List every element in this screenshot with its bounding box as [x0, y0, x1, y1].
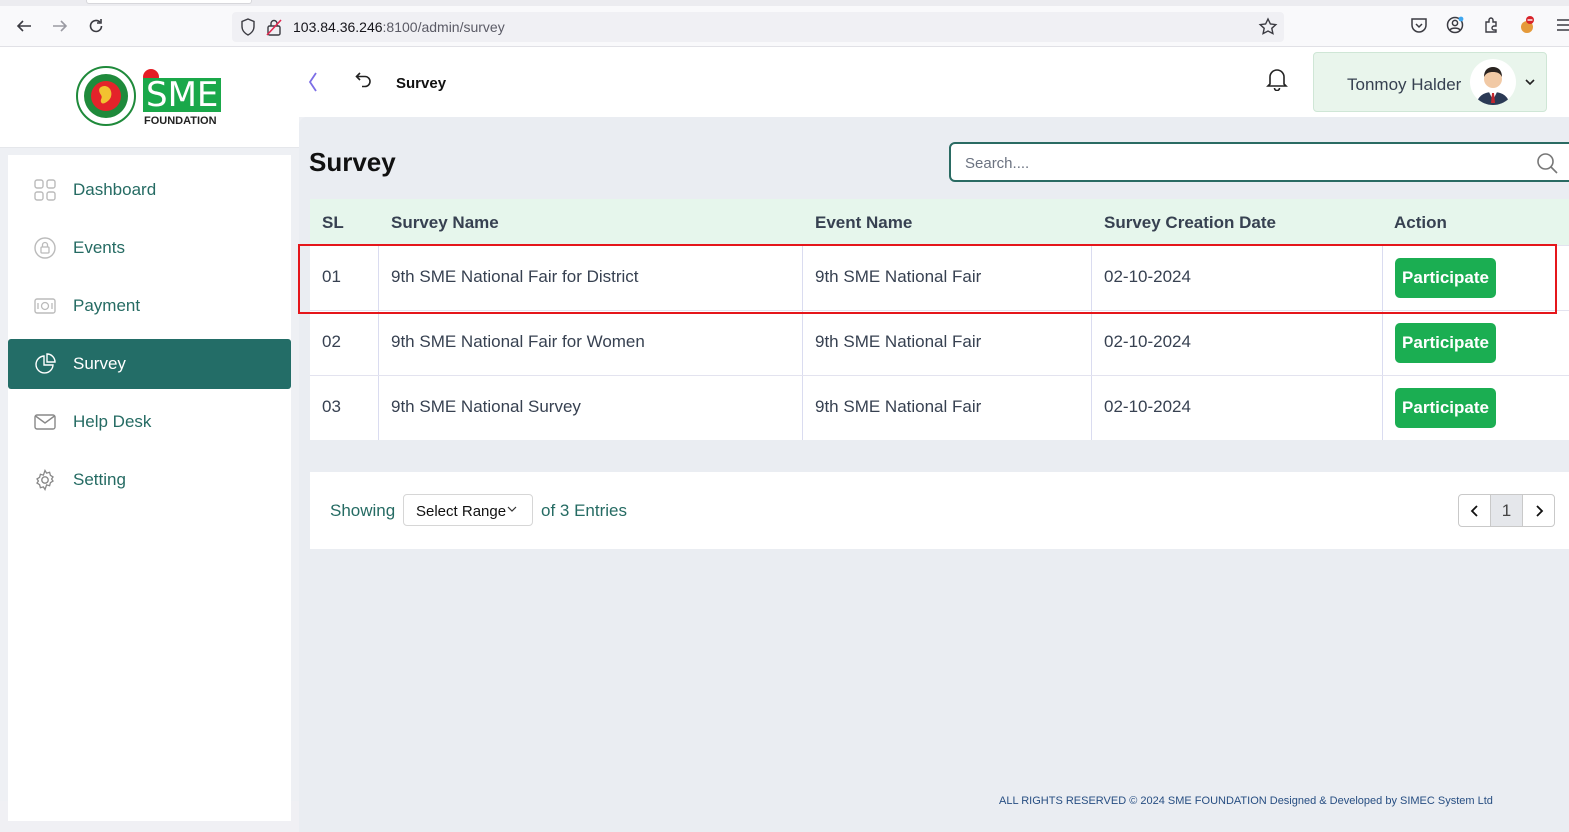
pagination-bar: Showing Select Range of 3 Entries 1 — [310, 472, 1569, 549]
cell-sl: 01 — [322, 267, 341, 286]
prev-page-button[interactable] — [1458, 494, 1491, 527]
cell-event-name: 9th SME National Fair — [815, 397, 982, 416]
pocket-icon[interactable] — [1410, 16, 1428, 34]
cell-event-name: 9th SME National Fair — [815, 332, 982, 351]
grid-icon — [34, 179, 56, 201]
search-icon[interactable] — [1536, 152, 1558, 174]
url-text: 103.84.36.246:8100/admin/survey — [293, 19, 505, 35]
forward-icon[interactable] — [48, 14, 72, 38]
main-content: Survey SL Survey Name Event Name Survey … — [299, 117, 1569, 832]
logo-subtext: FOUNDATION — [144, 115, 217, 127]
back-icon[interactable] — [12, 14, 36, 38]
browser-toolbar: 103.84.36.246:8100/admin/survey — [0, 0, 1569, 47]
footer-text: ALL RIGHTS RESERVED © 2024 SME FOUNDATIO… — [999, 795, 1493, 807]
reload-icon[interactable] — [84, 14, 108, 38]
sidebar-item-label: Payment — [73, 296, 141, 315]
chevron-left-icon — [1470, 504, 1478, 517]
chevron-right-icon — [1535, 504, 1543, 517]
bell-icon[interactable] — [1266, 67, 1288, 91]
breadcrumb: Survey — [396, 75, 447, 92]
sidebar-item-label: Dashboard — [73, 180, 157, 199]
column-header-creation-date: Survey Creation Date — [1104, 213, 1276, 232]
range-select-value: Select Range — [416, 503, 507, 520]
user-name: Tonmoy Halder — [1347, 75, 1462, 94]
next-page-button[interactable] — [1522, 494, 1555, 527]
entries-count: of 3 Entries — [541, 501, 627, 520]
table-row: 02 9th SME National Fair for Women 9th S… — [310, 310, 1569, 375]
bookmark-star-icon[interactable] — [1258, 17, 1278, 37]
sidebar-item-label: Setting — [73, 470, 126, 489]
page-number-button[interactable]: 1 — [1490, 494, 1523, 527]
sidebar-item-help-desk[interactable]: Help Desk — [8, 397, 291, 447]
range-select[interactable]: Select Range — [403, 494, 533, 526]
cell-creation-date: 02-10-2024 — [1104, 267, 1191, 286]
sidebar-item-survey[interactable]: Survey — [8, 339, 291, 389]
survey-table: SL Survey Name Event Name Survey Creatio… — [310, 199, 1569, 440]
collapse-sidebar-icon[interactable] — [306, 70, 320, 94]
cell-survey-name: 9th SME National Fair for Women — [391, 332, 645, 351]
logo-area: SME FOUNDATION — [0, 47, 299, 147]
url-path: :8100/admin/survey — [382, 19, 505, 35]
search-box — [949, 142, 1569, 182]
sidebar: Dashboard Events Payment Survey Help Des… — [8, 155, 291, 821]
pie-chart-icon — [35, 353, 56, 374]
table-row: 03 9th SME National Survey 9th SME Natio… — [310, 375, 1569, 440]
participate-button[interactable]: Participate — [1395, 323, 1496, 363]
emblem-icon — [76, 66, 136, 126]
extensions-icon[interactable] — [1482, 16, 1500, 34]
cash-icon — [34, 298, 56, 314]
gear-icon — [36, 469, 54, 491]
column-header-sl: SL — [322, 213, 344, 232]
page-title: Survey — [309, 147, 396, 177]
url-host: 103.84.36.246 — [293, 19, 383, 35]
account-icon[interactable] — [1446, 16, 1464, 34]
sidebar-item-dashboard[interactable]: Dashboard — [8, 165, 291, 215]
sidebar-item-payment[interactable]: Payment — [8, 281, 291, 331]
column-header-action: Action — [1394, 213, 1447, 232]
cell-event-name: 9th SME National Fair — [815, 267, 982, 286]
search-input[interactable] — [965, 153, 1525, 173]
sidebar-item-label: Help Desk — [73, 412, 152, 431]
sidebar-item-label: Events — [73, 238, 125, 257]
app: SME FOUNDATION Dashboard Events Payment … — [0, 47, 1569, 832]
chevron-down-icon — [507, 506, 517, 512]
logo[interactable]: SME FOUNDATION — [75, 65, 227, 129]
cell-sl: 03 — [322, 397, 341, 416]
menu-icon[interactable] — [1555, 16, 1569, 34]
sidebar-item-label: Survey — [73, 354, 126, 373]
address-bar[interactable]: 103.84.36.246:8100/admin/survey — [232, 12, 1284, 42]
sidebar-divider — [0, 147, 299, 148]
avatar — [1470, 59, 1516, 105]
mail-icon — [34, 414, 56, 430]
sidebar-item-events[interactable]: Events — [8, 223, 291, 273]
participate-button[interactable]: Participate — [1395, 388, 1496, 428]
user-menu[interactable]: Tonmoy Halder — [1313, 52, 1547, 112]
insecure-lock-icon[interactable] — [266, 18, 282, 36]
shield-icon[interactable] — [240, 18, 256, 36]
addon-icon[interactable] — [1518, 16, 1536, 34]
cell-survey-name: 9th SME National Survey — [391, 397, 581, 416]
active-tab-edge[interactable] — [86, 0, 252, 4]
table-header: SL Survey Name Event Name Survey Creatio… — [310, 199, 1569, 245]
cell-survey-name: 9th SME National Fair for District — [391, 267, 639, 286]
column-header-event-name: Event Name — [815, 213, 913, 232]
lock-circle-icon — [34, 237, 56, 259]
logo-text: SME — [143, 78, 222, 112]
undo-back-icon[interactable] — [355, 71, 373, 89]
showing-label: Showing — [330, 501, 396, 520]
cell-creation-date: 02-10-2024 — [1104, 332, 1191, 351]
chevron-down-icon[interactable] — [1524, 77, 1536, 87]
cell-sl: 02 — [322, 332, 341, 351]
sidebar-item-setting[interactable]: Setting — [8, 455, 291, 505]
participate-button[interactable]: Participate — [1395, 258, 1496, 298]
column-header-survey-name: Survey Name — [391, 213, 499, 232]
cell-creation-date: 02-10-2024 — [1104, 397, 1191, 416]
top-header: Survey Tonmoy Halder — [299, 47, 1569, 117]
table-row: 01 9th SME National Fair for District 9t… — [310, 245, 1569, 310]
